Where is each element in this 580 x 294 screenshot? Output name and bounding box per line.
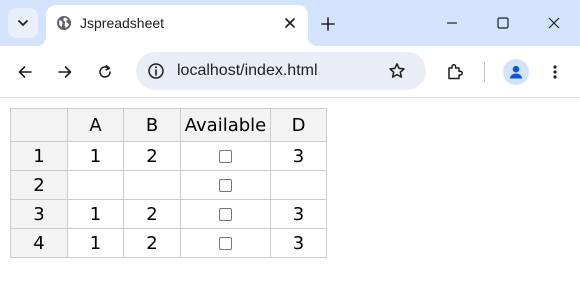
row-header[interactable]: 3 xyxy=(10,199,68,229)
table-cell[interactable]: 2 xyxy=(123,199,181,229)
back-button[interactable] xyxy=(11,58,39,86)
column-header-d[interactable]: D xyxy=(270,108,327,142)
checkbox-cell[interactable] xyxy=(180,141,271,171)
toolbar-separator xyxy=(484,62,485,82)
table-row: 1 1 2 3 xyxy=(10,141,327,171)
table-cell[interactable]: 3 xyxy=(270,228,327,258)
column-header-available[interactable]: Available xyxy=(180,108,271,142)
minimize-icon xyxy=(447,22,457,24)
tab-strip: Jspreadsheet xyxy=(0,0,580,46)
extensions-button[interactable] xyxy=(441,58,469,86)
table-cell[interactable] xyxy=(67,170,124,200)
reload-icon xyxy=(99,65,111,78)
table-cell[interactable]: 1 xyxy=(67,228,124,258)
bookmark-button[interactable] xyxy=(386,60,408,82)
table-row: 4 1 2 3 xyxy=(10,228,327,258)
profile-avatar[interactable] xyxy=(503,59,529,85)
checkbox-cell[interactable] xyxy=(180,199,271,229)
table-cell[interactable]: 1 xyxy=(67,199,124,229)
column-header-row: A B Available D xyxy=(10,108,327,142)
reload-button[interactable] xyxy=(91,58,119,86)
globe-icon xyxy=(57,16,71,30)
chevron-down-icon xyxy=(18,20,28,26)
table-cell[interactable]: 3 xyxy=(270,199,327,229)
minimize-button[interactable] xyxy=(437,8,467,38)
available-checkbox[interactable] xyxy=(219,150,232,163)
site-info-button[interactable] xyxy=(146,61,166,81)
address-bar[interactable]: localhost/index.html xyxy=(136,52,426,90)
browser-toolbar: localhost/index.html xyxy=(0,46,580,98)
arrow-right-icon xyxy=(58,66,72,78)
new-tab-button[interactable] xyxy=(316,12,340,36)
table-cell[interactable] xyxy=(123,170,181,200)
close-icon xyxy=(285,18,295,28)
tab-title: Jspreadsheet xyxy=(80,15,165,31)
person-icon xyxy=(509,65,523,79)
star-icon xyxy=(389,63,405,78)
column-header-b[interactable]: B xyxy=(123,108,181,142)
forward-button[interactable] xyxy=(51,58,79,86)
available-checkbox[interactable] xyxy=(219,237,232,250)
table-cell[interactable]: 3 xyxy=(270,141,327,171)
url-text: localhost/index.html xyxy=(177,62,318,79)
maximize-button[interactable] xyxy=(488,8,518,38)
more-vert-icon xyxy=(553,65,557,79)
row-header[interactable]: 2 xyxy=(10,170,68,200)
available-checkbox[interactable] xyxy=(219,208,232,221)
tab-close-button[interactable] xyxy=(280,13,300,33)
checkbox-cell[interactable] xyxy=(180,170,271,200)
table-cell[interactable]: 2 xyxy=(123,141,181,171)
available-checkbox[interactable] xyxy=(219,179,232,192)
row-header[interactable]: 4 xyxy=(10,228,68,258)
info-icon xyxy=(148,63,164,79)
puzzle-icon xyxy=(448,63,464,80)
table-row: 3 1 2 3 xyxy=(10,199,327,229)
menu-button[interactable] xyxy=(541,58,569,86)
table-row: 2 xyxy=(10,170,327,200)
checkbox-cell[interactable] xyxy=(180,228,271,258)
window-close-button[interactable] xyxy=(539,8,569,38)
column-header-a[interactable]: A xyxy=(67,108,124,142)
close-icon xyxy=(548,17,560,29)
browser-tab[interactable]: Jspreadsheet xyxy=(36,5,318,46)
tab-search-button[interactable] xyxy=(8,8,38,38)
table-cell[interactable]: 2 xyxy=(123,228,181,258)
plus-icon xyxy=(321,17,335,31)
row-header[interactable]: 1 xyxy=(10,141,68,171)
table-cell[interactable]: 1 xyxy=(67,141,124,171)
corner-cell[interactable] xyxy=(10,108,68,142)
maximize-icon xyxy=(497,17,509,29)
arrow-left-icon xyxy=(18,66,32,78)
table-cell[interactable] xyxy=(270,170,327,200)
spreadsheet: A B Available D 1 1 2 3 2 3 1 2 3 4 1 2 … xyxy=(10,108,327,258)
